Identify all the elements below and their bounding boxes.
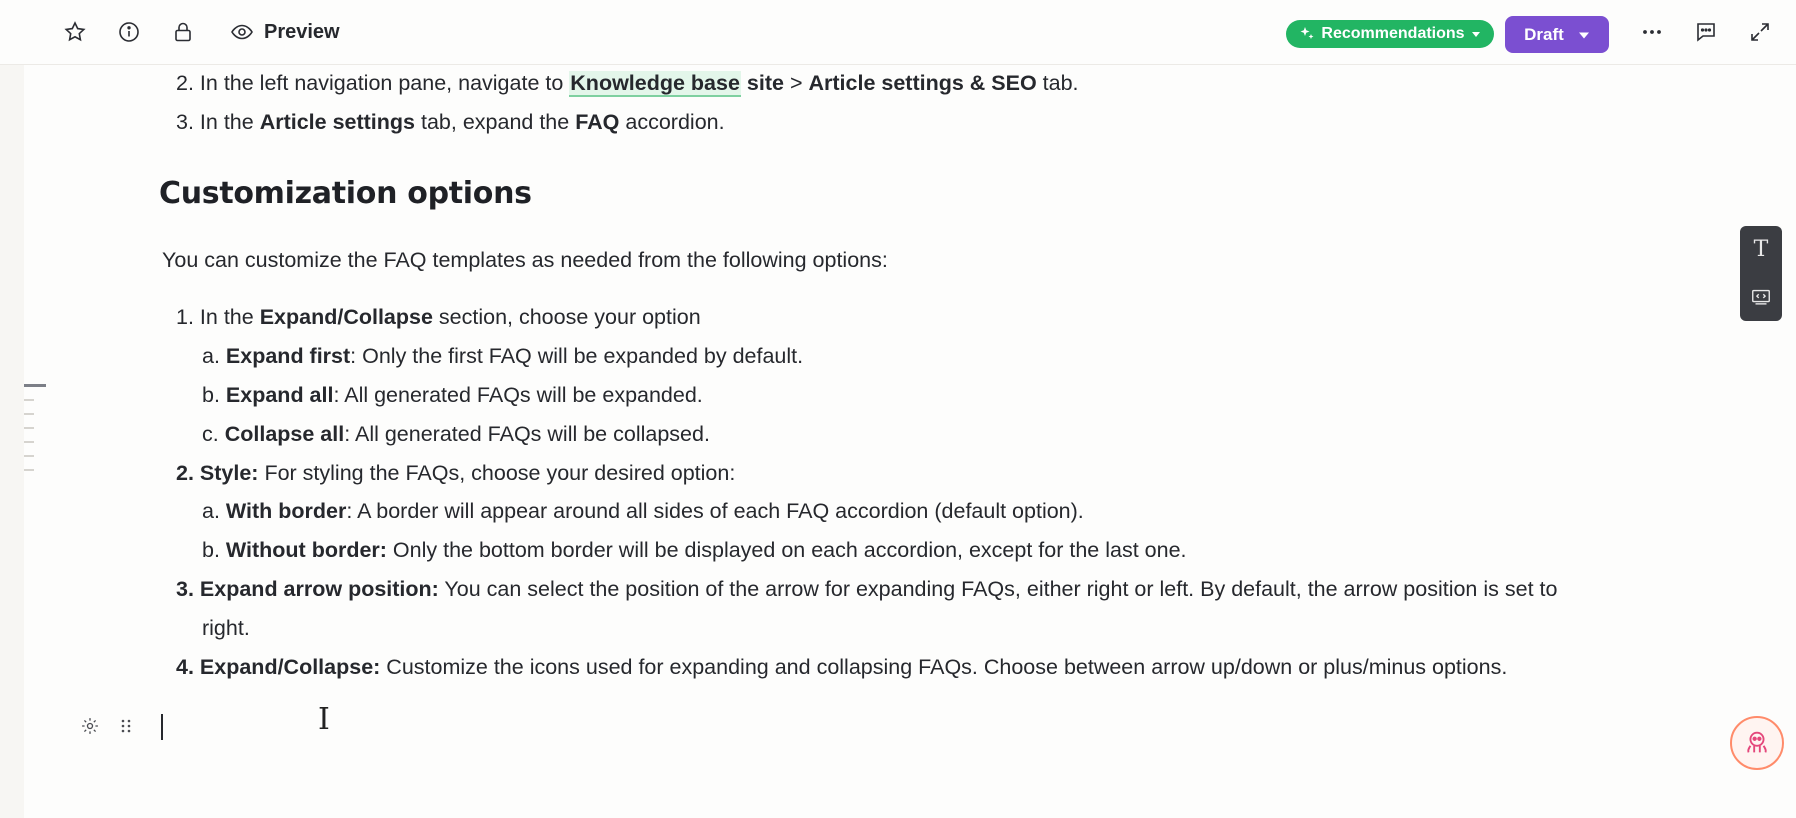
sparkle-icon <box>1299 26 1315 42</box>
sub-list-item: a. Expand first: Only the first FAQ will… <box>202 344 804 368</box>
eye-icon <box>230 20 254 44</box>
sub-list-item: b. Without border: Only the bottom borde… <box>202 538 1187 562</box>
toc-mark[interactable] <box>24 399 34 401</box>
draft-label: Draft <box>1524 24 1564 44</box>
toc-mark[interactable] <box>24 413 34 415</box>
formatting-side-toolbar: T <box>1740 226 1782 321</box>
text-format-icon[interactable]: T <box>1746 235 1776 265</box>
section-heading: Customization options <box>159 176 532 211</box>
sub-list-item: a. With border: A border will appear aro… <box>202 499 1084 523</box>
list-item: 4. Expand/Collapse: Customize the icons … <box>176 655 1508 679</box>
comment-icon[interactable] <box>1691 17 1721 47</box>
toc-mark[interactable] <box>24 441 34 443</box>
toc-mark[interactable] <box>24 469 34 471</box>
list-item: 2. In the left navigation pane, navigate… <box>176 71 1079 97</box>
list-item-continuation: right. <box>202 616 250 640</box>
list-item: 3. In the Article settings tab, expand t… <box>176 110 725 134</box>
drag-handle-icon[interactable] <box>116 716 136 736</box>
toc-mark-active[interactable] <box>24 384 46 387</box>
more-icon[interactable] <box>1637 17 1667 47</box>
draft-button[interactable]: Draft <box>1505 16 1609 53</box>
gear-icon[interactable] <box>80 716 100 736</box>
recommendations-label: Recommendations <box>1321 25 1465 42</box>
recommendations-button[interactable]: Recommendations <box>1286 20 1494 48</box>
expand-icon[interactable] <box>1745 17 1775 47</box>
sub-list-item: b. Expand all: All generated FAQs will b… <box>202 383 703 407</box>
lock-icon[interactable] <box>168 17 198 47</box>
toc-mark[interactable] <box>24 455 34 457</box>
caret-down-icon <box>1578 29 1590 41</box>
ibeam-cursor-icon: I <box>318 702 330 737</box>
assistant-bot-icon[interactable] <box>1730 716 1784 770</box>
text-caret[interactable] <box>161 714 163 740</box>
toc-indicator[interactable] <box>24 384 46 483</box>
top-toolbar: Preview Recommendations Draft <box>0 0 1796 65</box>
list-item: 2. Style: For styling the FAQs, choose y… <box>176 461 736 485</box>
caret-down-icon <box>1471 29 1481 39</box>
paragraph: You can customize the FAQ templates as n… <box>162 248 888 272</box>
info-icon[interactable] <box>114 17 144 47</box>
embed-code-icon[interactable] <box>1746 282 1776 312</box>
list-item: 1. In the Expand/Collapse section, choos… <box>176 305 701 329</box>
block-tools <box>80 716 136 736</box>
toc-mark[interactable] <box>24 427 34 429</box>
preview-button[interactable]: Preview <box>230 17 340 47</box>
star-icon[interactable] <box>60 17 90 47</box>
sub-list-item: c. Collapse all: All generated FAQs will… <box>202 422 710 446</box>
list-item: 3. Expand arrow position: You can select… <box>176 577 1558 601</box>
left-gutter <box>0 64 24 818</box>
preview-label: Preview <box>264 20 340 43</box>
highlighted-term[interactable]: Knowledge base <box>569 71 741 97</box>
